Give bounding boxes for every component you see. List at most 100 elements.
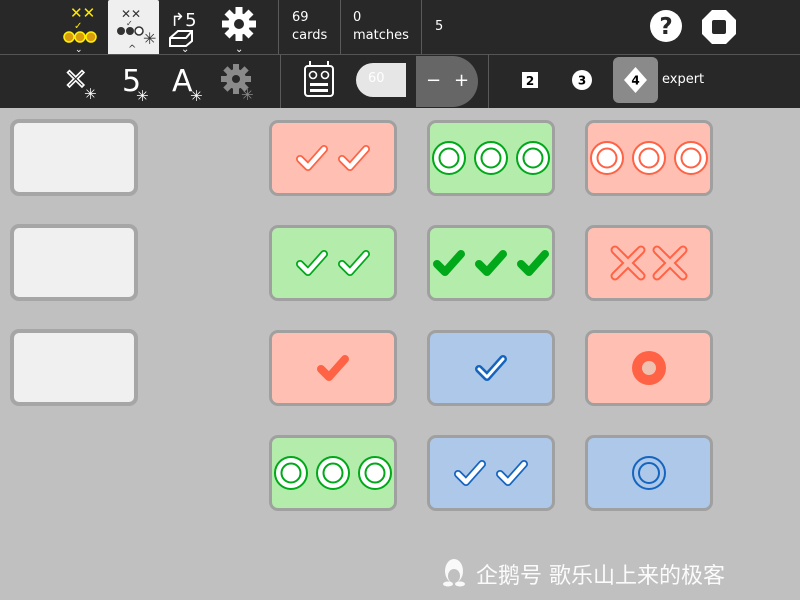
circle-icon [590, 141, 624, 175]
matches-label: matches [353, 28, 409, 43]
svg-text:✳: ✳ [241, 86, 254, 104]
svg-text:✳: ✳ [84, 85, 97, 103]
check-icon [296, 145, 328, 171]
deal-button[interactable]: ↱5 ⌄ [160, 0, 212, 54]
check-icon [517, 250, 549, 276]
card-blue-check-1[interactable] [427, 330, 555, 406]
gear-icon: ✳ [221, 64, 254, 104]
circle-icon [358, 456, 392, 490]
check-icon [317, 355, 349, 381]
main-toolbar: ✕✕ ✓ ⌄ ✕✕ ✓ ✳ ^ ↱5 ⌄ ⌄ 69 cards 0 matche… [0, 0, 800, 54]
check-symbol-icon [475, 355, 507, 381]
stop-icon [702, 10, 736, 44]
card-red-circle-1[interactable] [585, 330, 713, 406]
custom-letters-button[interactable]: A ✳ [166, 55, 214, 109]
svg-text:✳: ✳ [136, 87, 149, 105]
card-green-circle-3[interactable] [269, 435, 397, 511]
custom-numbers-button[interactable]: 5 ✳ [112, 55, 160, 109]
level-3-icon: 3 [572, 70, 592, 90]
speed-slider[interactable]: 60 [356, 63, 406, 97]
svg-text:↱5: ↱5 [170, 10, 197, 31]
check-icon [338, 250, 370, 276]
svg-text:?: ? [659, 14, 672, 40]
card-green-check-2[interactable] [269, 225, 397, 301]
match-game-icon: ✕✕ ✓ ⌄ [63, 4, 97, 54]
gear-icon: ⌄ [222, 7, 256, 54]
cards-count: 69 [292, 10, 309, 25]
check-icon [296, 250, 328, 276]
cards-label: cards [292, 28, 328, 43]
deck-remaining: 5 [435, 19, 444, 34]
level-4-icon: 4 [624, 67, 647, 93]
toolbar-divider [421, 0, 422, 54]
matches-stat: 0 matches [353, 9, 409, 45]
help-button[interactable]: ? [649, 9, 683, 43]
cross-icon [652, 245, 688, 281]
circle-icon [474, 141, 508, 175]
level-name: expert [662, 72, 705, 87]
increase-button[interactable]: + [454, 70, 469, 91]
level-4-button[interactable]: 4 [613, 57, 658, 103]
check-icon [433, 250, 465, 276]
toolbar-divider [278, 0, 279, 54]
matches-count: 0 [353, 10, 362, 25]
check-icon [338, 145, 370, 171]
check-icon [475, 355, 507, 381]
card-blue-circle-1[interactable] [585, 435, 713, 511]
selection-slot-2[interactable] [10, 224, 138, 301]
circle-icon [632, 456, 666, 490]
stop-button[interactable] [701, 9, 737, 45]
card-red-check-2[interactable] [269, 120, 397, 196]
game-mode-button[interactable]: ✕✕ ✓ ⌄ [56, 0, 106, 54]
custom-shapes-button[interactable]: ✕ ✳ [56, 55, 106, 109]
decrease-button[interactable]: − [426, 70, 441, 91]
robot-icon [304, 61, 334, 97]
svg-text:^: ^ [128, 44, 136, 54]
svg-text:✓: ✓ [74, 21, 82, 32]
card-green-circle-3[interactable] [427, 120, 555, 196]
cards-stat: 69 cards [292, 9, 327, 45]
circle-icon [432, 141, 466, 175]
card-green-check-3[interactable] [427, 225, 555, 301]
svg-text:✓: ✓ [126, 19, 133, 28]
watermark: 企鹅号 歌乐山上来的极客 [440, 556, 790, 589]
circle-icon [632, 351, 666, 385]
card-red-cross-2[interactable] [585, 225, 713, 301]
circle-icon [632, 141, 666, 175]
cross-icon [610, 245, 646, 281]
level-3-label: 3 [578, 74, 586, 88]
circle-icon [516, 141, 550, 175]
custom-settings-button[interactable]: ✳ [216, 55, 264, 109]
selection-slot-1[interactable] [10, 119, 138, 196]
deal-cards-icon: ↱5 ⌄ [169, 10, 197, 54]
toolbar-divider [488, 54, 489, 108]
check-symbol-icon [433, 250, 549, 276]
check-icon [496, 460, 528, 486]
check-symbol-icon [317, 355, 349, 381]
level-3-button[interactable]: 3 [562, 60, 602, 100]
check-icon [454, 460, 486, 486]
cross-symbol-icon [610, 245, 688, 281]
circle-symbol-icon [432, 141, 550, 175]
custom-game-button[interactable]: ✕✕ ✓ ✳ ^ [108, 0, 159, 54]
card-blue-check-2[interactable] [427, 435, 555, 511]
check-icon [475, 250, 507, 276]
watermark-text: 企鹅号 歌乐山上来的极客 [476, 564, 725, 589]
custom-game-icon: ✕✕ ✓ ✳ ^ [117, 7, 156, 54]
level-2-label: 2 [526, 74, 534, 88]
robot-button[interactable] [300, 55, 340, 109]
level-4-label: 4 [631, 74, 639, 88]
circle-symbol-icon [632, 456, 666, 490]
svg-text:✳: ✳ [190, 87, 203, 105]
circle-symbol-icon [632, 351, 666, 385]
check-symbol-icon [296, 250, 370, 276]
selection-slot-3[interactable] [10, 329, 138, 406]
card-red-circle-3[interactable] [585, 120, 713, 196]
card-red-check-1[interactable] [269, 330, 397, 406]
speed-stepper: − + [416, 56, 478, 107]
svg-text:✳: ✳ [143, 29, 156, 48]
custom-numbers-icon: 5 ✳ [122, 64, 149, 105]
settings-button[interactable]: ⌄ [214, 0, 264, 54]
help-icon: ? [650, 10, 682, 42]
level-2-button[interactable]: 2 [510, 60, 550, 100]
